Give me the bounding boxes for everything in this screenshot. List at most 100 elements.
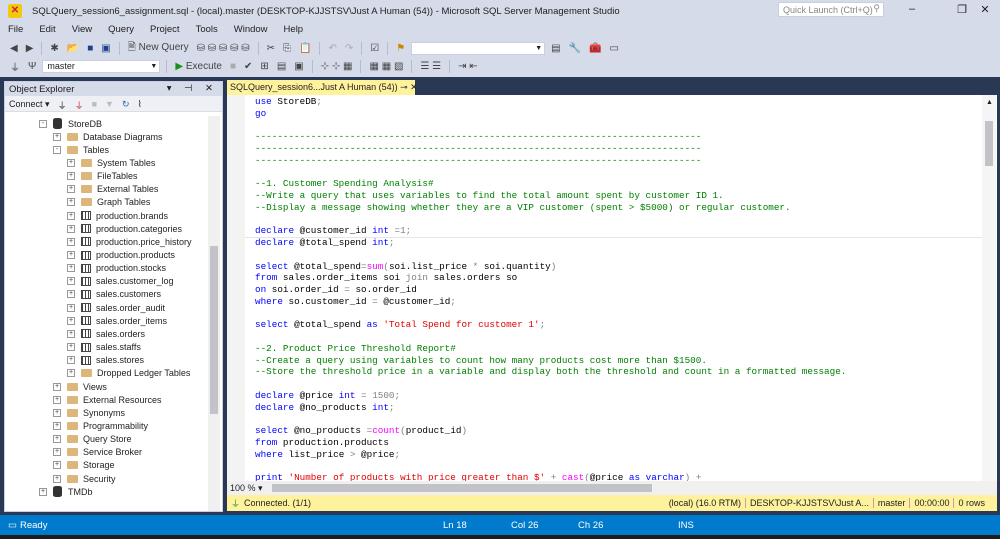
toolbox-icon[interactable]: 🧰 bbox=[587, 43, 603, 54]
expand-icon[interactable]: + bbox=[67, 369, 75, 378]
save-all-icon[interactable]: ▣ bbox=[99, 43, 112, 54]
forward-icon[interactable]: ▶ bbox=[24, 43, 36, 54]
new-query-button[interactable]: 🗎 New Query bbox=[126, 40, 191, 57]
cut-icon[interactable]: ✂ bbox=[265, 43, 277, 54]
indent-icon[interactable]: ⇥ ⇤ bbox=[456, 61, 480, 72]
expand-icon[interactable]: + bbox=[67, 356, 75, 365]
scroll-up-icon[interactable]: ▲ bbox=[986, 99, 993, 106]
close-button[interactable]: ✕ bbox=[975, 3, 995, 16]
tree-node[interactable]: + Graph Tables bbox=[67, 196, 150, 209]
code-content[interactable]: use StoreDB; go -------------------------… bbox=[255, 96, 846, 484]
editor-vertical-scrollbar[interactable]: ▲ bbox=[982, 95, 996, 481]
menu-window[interactable]: Window bbox=[226, 22, 276, 38]
expand-icon[interactable]: + bbox=[53, 395, 61, 404]
tree-node[interactable]: + Storage bbox=[53, 459, 115, 472]
expand-icon[interactable]: + bbox=[67, 158, 75, 167]
undo-icon[interactable]: ↶ bbox=[326, 43, 338, 54]
tree-node[interactable]: + External Resources bbox=[53, 393, 162, 406]
expand-icon[interactable]: + bbox=[67, 303, 75, 312]
properties-icon[interactable]: ▤ bbox=[549, 43, 562, 54]
expand-icon[interactable]: + bbox=[53, 408, 61, 417]
expand-icon[interactable]: + bbox=[53, 448, 61, 457]
query-type-icons[interactable]: ⛁ ⛁ ⛁ ⛁ ⛁ bbox=[195, 43, 252, 54]
tree-node[interactable]: + sales.staffs bbox=[67, 341, 141, 354]
expand-icon[interactable]: + bbox=[67, 251, 75, 259]
scrollbar-thumb[interactable] bbox=[210, 246, 218, 414]
disconnect-icon[interactable]: ⏚ bbox=[75, 99, 84, 111]
tree-node[interactable]: + Views bbox=[53, 380, 107, 393]
tree-node[interactable]: + Query Store bbox=[53, 433, 132, 446]
tree-node[interactable]: + FileTables bbox=[67, 170, 138, 183]
redo-icon[interactable]: ↷ bbox=[343, 43, 355, 54]
filter-icon[interactable]: ▼ bbox=[105, 99, 114, 109]
tree-node[interactable]: + production.brands bbox=[67, 209, 168, 222]
tree-node[interactable]: + TMDb bbox=[39, 485, 93, 498]
expand-icon[interactable]: + bbox=[67, 329, 75, 338]
new-project-icon[interactable]: ✱ bbox=[48, 43, 60, 54]
scrollbar-thumb[interactable] bbox=[985, 121, 993, 166]
tree-node[interactable]: + sales.stores bbox=[67, 354, 144, 367]
expand-icon[interactable]: + bbox=[67, 172, 75, 181]
tree-node[interactable]: + sales.orders bbox=[67, 327, 145, 340]
connect-button[interactable]: Connect ▾ bbox=[9, 99, 50, 109]
collapse-icon[interactable]: - bbox=[39, 119, 47, 128]
tree-node[interactable]: + Synonyms bbox=[53, 406, 125, 419]
tree-node[interactable]: + Database Diagrams bbox=[53, 130, 163, 143]
stop-icon[interactable]: ■ bbox=[228, 61, 238, 72]
menu-file[interactable]: File bbox=[0, 22, 31, 38]
expand-icon[interactable]: + bbox=[53, 382, 61, 391]
parse-icon[interactable]: ✔ bbox=[242, 61, 254, 72]
display-plan-icon[interactable]: ⊞ bbox=[258, 61, 270, 72]
menu-tools[interactable]: Tools bbox=[188, 22, 226, 38]
expand-icon[interactable]: + bbox=[67, 264, 75, 273]
checklist-icon[interactable]: ☑ bbox=[368, 43, 381, 54]
menu-view[interactable]: View bbox=[64, 22, 100, 38]
stop-icon[interactable]: ■ bbox=[92, 99, 97, 109]
tree-node[interactable]: + External Tables bbox=[67, 183, 158, 196]
panel-controls[interactable]: ▾ ⊣ ✕ bbox=[167, 83, 218, 94]
expand-icon[interactable]: + bbox=[67, 290, 75, 299]
tree-node[interactable]: - StoreDB bbox=[39, 117, 102, 130]
connect-icon[interactable]: ⏚ bbox=[8, 59, 22, 74]
tree-node[interactable]: + Programmability bbox=[53, 419, 148, 432]
tab-sqlquery[interactable]: SQLQuery_session6...Just A Human (54)) ⊸… bbox=[227, 80, 418, 95]
tree-node[interactable]: + Dropped Ledger Tables bbox=[67, 367, 190, 380]
results-grid-icon[interactable]: ▦ ▦ ▧ bbox=[367, 61, 405, 72]
menu-project[interactable]: Project bbox=[142, 22, 188, 38]
paste-icon[interactable]: 📋 bbox=[297, 43, 313, 54]
expand-icon[interactable]: + bbox=[67, 198, 75, 207]
execute-button[interactable]: ▶ Execute bbox=[173, 61, 224, 72]
tree-node[interactable]: + Service Broker bbox=[53, 446, 142, 459]
tree-node[interactable]: + sales.order_audit bbox=[67, 301, 165, 314]
wrench-icon[interactable]: 🔧 bbox=[567, 43, 583, 54]
tree-node[interactable]: + sales.order_items bbox=[67, 314, 167, 327]
actual-plan-icon[interactable]: ⊹ ⊹ ▦ bbox=[319, 61, 355, 72]
menu-edit[interactable]: Edit bbox=[31, 22, 63, 38]
query-options-icon[interactable]: ▤ bbox=[275, 61, 288, 72]
expand-icon[interactable]: + bbox=[67, 316, 75, 325]
search-combo[interactable]: ▼ bbox=[411, 41, 546, 55]
horizontal-scrollbar-thumb[interactable] bbox=[272, 484, 652, 492]
back-icon[interactable]: ◀ bbox=[8, 43, 20, 54]
terminal-icon[interactable]: ▭ bbox=[608, 43, 621, 54]
expand-icon[interactable]: + bbox=[53, 435, 61, 444]
tree-node[interactable]: + sales.customer_log bbox=[67, 275, 174, 288]
expand-icon[interactable]: + bbox=[53, 421, 61, 430]
zoom-select[interactable]: 100 % ▾ bbox=[230, 483, 263, 494]
expand-icon[interactable]: + bbox=[67, 185, 75, 194]
expand-icon[interactable]: + bbox=[67, 343, 75, 352]
change-connection-icon[interactable]: Ψ bbox=[26, 61, 38, 72]
activity-monitor-icon[interactable]: ⌇ bbox=[138, 99, 142, 109]
intellisense-icon[interactable]: ▣ bbox=[292, 61, 305, 72]
plug-icon[interactable]: ⏚ bbox=[58, 99, 67, 111]
close-tab-icon[interactable]: ✕ bbox=[410, 82, 418, 92]
save-icon[interactable]: ■ bbox=[85, 43, 95, 54]
expand-icon[interactable]: + bbox=[39, 487, 47, 496]
expand-icon[interactable]: + bbox=[67, 224, 75, 233]
open-file-icon[interactable]: 📂 bbox=[65, 43, 81, 54]
quick-launch-input[interactable]: Quick Launch (Ctrl+Q) ⚲ bbox=[778, 2, 884, 17]
menu-help[interactable]: Help bbox=[276, 22, 312, 38]
menu-query[interactable]: Query bbox=[100, 22, 142, 38]
collapse-icon[interactable]: - bbox=[53, 145, 61, 154]
expand-icon[interactable]: + bbox=[53, 474, 61, 483]
